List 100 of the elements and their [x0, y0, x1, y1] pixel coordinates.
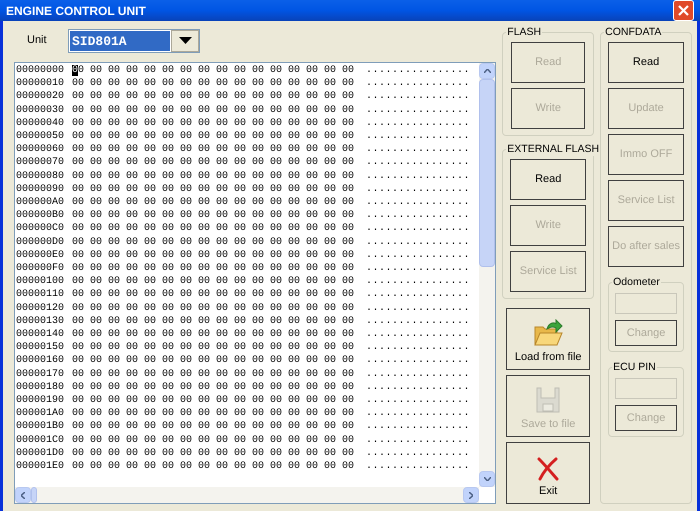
hex-bytes: 00 00 00 00 00 00 00 00 00 00 00 00 00 00 00 00: [72, 288, 356, 302]
hex-bytes: 00 00 00 00 00 00 00 00 00 00 00 00 00 00 00 00: [72, 104, 356, 117]
hex-bytes: 00 00 00 00 00 00 00 00 00 00 00 00 00 00 00 00: [72, 77, 356, 90]
file-button[interactable]: Exit: [506, 442, 590, 504]
hex-bytes: 00 00 00 00 00 00 00 00 00 00 00 00 00 00 00 00: [72, 460, 356, 474]
hex-bytes: 00 00 00 00 00 00 00 00 00 00 00 00 00 00 00 00: [72, 130, 356, 144]
hex-ascii: ................: [366, 302, 470, 315]
hex-ascii: ................: [366, 182, 470, 196]
hex-address: 00000080: [16, 170, 66, 183]
hex-bytes: 00 00 00 00 00 00 00 00 00 00 00 00 00 00 00 00: [72, 328, 356, 342]
hex-bytes: 00 00 00 00 00 00 00 00 00 00 00 00 00 00 00 00: [72, 446, 356, 460]
hex-address: 000000E0: [16, 248, 66, 262]
hex-address: 000000D0: [16, 236, 66, 249]
hex-address: 00000090: [16, 182, 66, 196]
hex-ascii: ................: [366, 434, 470, 447]
close-button[interactable]: [673, 0, 694, 21]
hex-ascii: ................: [366, 170, 470, 183]
hex-ascii: ................: [366, 380, 470, 394]
file-button[interactable]: Load from file: [506, 308, 590, 370]
hex-ascii: ................: [366, 460, 470, 474]
hex-address: 00000060: [16, 143, 66, 156]
hex-address: 000001C0: [16, 434, 66, 447]
hex-bytes: 00 00 00 00 00 00 00 00 00 00 00 00 00 00 00 00: [72, 275, 356, 288]
hex-bytes: 00 00 00 00 00 00 00 00 00 00 00 00 00 00 00 00: [72, 420, 356, 434]
hex-address: 00000140: [16, 328, 66, 342]
hex-address: 00000050: [16, 130, 66, 144]
hex-bytes: 00 00 00 00 00 00 00 00 00 00 00 00 00 00 00 00: [72, 64, 356, 78]
hex-bytes: 00 00 00 00 00 00 00 00 00 00 00 00 00 00 00 00: [72, 354, 356, 368]
hex-address: 000000C0: [16, 222, 66, 236]
hex-ascii: ................: [366, 209, 470, 222]
hex-address: 00000170: [16, 368, 66, 381]
group-title: EXTERNAL FLASH: [506, 142, 600, 156]
hex-ascii: ................: [366, 116, 470, 130]
scroll-down-icon: [484, 477, 491, 481]
hex-ascii: ................: [366, 104, 470, 117]
horizontal-scrollbar[interactable]: [15, 487, 480, 503]
hex-ascii: ................: [366, 446, 470, 460]
hex-address: 00000130: [16, 314, 66, 328]
hex-bytes: 00 00 00 00 00 00 00 00 00 00 00 00 00 00 00 00: [72, 302, 356, 315]
hex-bytes: 00 00 00 00 00 00 00 00 00 00 00 00 00 00 00 00: [72, 341, 356, 354]
hex-bytes: 00 00 00 00 00 00 00 00 00 00 00 00 00 00 00 00: [72, 434, 356, 447]
hex-bytes: 00 00 00 00 00 00 00 00 00 00 00 00 00 00 00 00: [72, 196, 356, 210]
open-folder-icon: [533, 318, 564, 346]
hex-address: 00000000: [16, 64, 66, 78]
hex-ascii: ................: [366, 328, 470, 342]
hex-bytes: 00 00 00 00 00 00 00 00 00 00 00 00 00 00 00 00: [72, 314, 356, 328]
hex-address: 00000180: [16, 380, 66, 394]
hex-address: 00000020: [16, 90, 66, 104]
hex-ascii: ................: [366, 130, 470, 144]
hex-bytes: 00 00 00 00 00 00 00 00 00 00 00 00 00 00 00 00: [72, 380, 356, 394]
unit-label: Unit: [26, 33, 48, 48]
hex-bytes: 00 00 00 00 00 00 00 00 00 00 00 00 00 00 00 00: [72, 236, 356, 249]
scroll-thumb[interactable]: [31, 487, 37, 503]
hex-bytes: 00 00 00 00 00 00 00 00 00 00 00 00 00 00 00 00: [72, 394, 356, 408]
hex-address: 000001E0: [16, 460, 66, 474]
hex-ascii: ................: [366, 156, 470, 170]
hex-ascii: ................: [366, 143, 470, 156]
hex-ascii: ................: [366, 222, 470, 236]
hex-ascii: ................: [366, 354, 470, 368]
hex-ascii: ................: [366, 196, 470, 210]
hex-ascii: ................: [366, 64, 470, 78]
window-title: ENGINE CONTROL UNIT: [6, 2, 146, 20]
hex-ascii: ................: [366, 275, 470, 288]
hex-address: 00000190: [16, 394, 66, 408]
hex-address: 00000070: [16, 156, 66, 170]
hex-ascii: ................: [366, 236, 470, 249]
scroll-thumb[interactable]: [479, 79, 496, 267]
hex-ascii: ................: [366, 288, 470, 302]
action-button[interactable]: Read: [510, 159, 586, 200]
dropdown-arrow-icon: [178, 37, 192, 44]
hex-ascii: ................: [366, 341, 470, 354]
hex-address: 00000040: [16, 116, 66, 130]
hex-bytes: 00 00 00 00 00 00 00 00 00 00 00 00 00 00 00 00: [72, 156, 356, 170]
close-icon: [678, 5, 689, 16]
hex-bytes: 00 00 00 00 00 00 00 00 00 00 00 00 00 00 00 00: [72, 407, 356, 420]
hex-bytes: 00 00 00 00 00 00 00 00 00 00 00 00 00 00 00 00: [72, 90, 356, 104]
scroll-right-icon: [469, 492, 474, 498]
hex-address: 00000150: [16, 341, 66, 354]
vertical-scrollbar[interactable]: [479, 63, 496, 487]
hex-address: 00000110: [16, 288, 66, 302]
hex-bytes: 00 00 00 00 00 00 00 00 00 00 00 00 00 00 00 00: [72, 143, 356, 156]
unit-dropdown[interactable]: SID801A: [68, 28, 200, 52]
action-button[interactable]: Read: [608, 42, 684, 83]
hex-ascii: ................: [366, 262, 470, 276]
hex-ascii: ................: [366, 394, 470, 408]
scroll-left-icon: [21, 492, 25, 498]
scroll-up-icon: [484, 69, 491, 73]
hex-address: 00000100: [16, 275, 66, 288]
hex-address: 00000030: [16, 104, 66, 117]
hex-ascii: ................: [366, 368, 470, 381]
hex-bytes: 00 00 00 00 00 00 00 00 00 00 00 00 00 00 00 00: [72, 209, 356, 222]
hex-address: 000001B0: [16, 420, 66, 434]
hex-bytes: 00 00 00 00 00 00 00 00 00 00 00 00 00 00 00 00: [72, 368, 356, 381]
hex-ascii: ................: [366, 90, 470, 104]
hex-bytes: 00 00 00 00 00 00 00 00 00 00 00 00 00 00 00 00: [72, 248, 356, 262]
hex-ascii: ................: [366, 314, 470, 328]
x-mark-icon: [536, 456, 560, 480]
hex-ascii: ................: [366, 248, 470, 262]
hex-bytes: 00 00 00 00 00 00 00 00 00 00 00 00 00 00 00 00: [72, 116, 356, 130]
hex-address: 000000A0: [16, 196, 66, 210]
